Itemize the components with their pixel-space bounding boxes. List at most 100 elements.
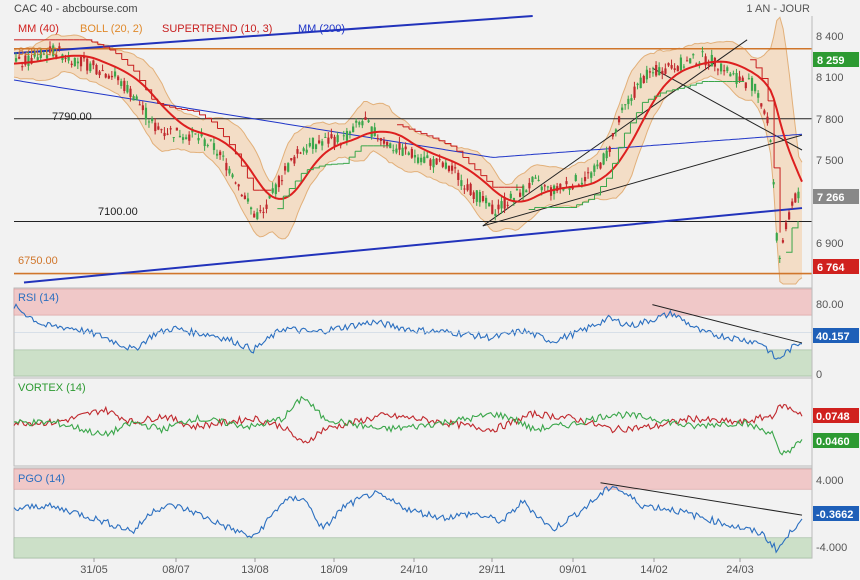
candle-body-85 [277, 176, 281, 188]
candle-body-49 [166, 133, 169, 135]
candle-body-61 [203, 139, 206, 147]
candle-body-218 [689, 58, 692, 64]
candle-body-229 [723, 70, 726, 72]
tag-8259: 8 259 [817, 55, 845, 67]
candle-body-109 [352, 126, 355, 133]
candle-body-112 [361, 121, 364, 126]
candle-body-213 [673, 68, 676, 71]
candle-body-31 [110, 75, 114, 78]
candle-body-93 [302, 148, 305, 152]
x-tick-2403: 24/03 [726, 564, 754, 576]
pgo-tick-minus4: -4.000 [816, 542, 847, 554]
candle-body-38 [132, 96, 135, 101]
candle-body-143 [457, 172, 460, 180]
candle-body-154 [491, 204, 494, 214]
candle-body-156 [497, 204, 500, 210]
candle-body-201 [636, 83, 639, 86]
candle-body-240 [757, 93, 760, 98]
candle-body-29 [104, 73, 107, 78]
candle-body-16 [64, 57, 67, 59]
candle-body-81 [265, 204, 268, 209]
candle-body-144 [460, 180, 463, 187]
candle-body-74 [243, 195, 247, 200]
candle-body-73 [240, 194, 243, 197]
candle-body-242 [763, 110, 766, 114]
candle-body-50 [169, 128, 172, 130]
candle-body-52 [175, 127, 178, 131]
candle-body-56 [188, 134, 191, 141]
candle-body-119 [382, 140, 386, 144]
candle-body-155 [494, 213, 497, 216]
pgo-title: PGO (14) [18, 473, 65, 485]
candle-body-181 [574, 175, 577, 182]
candle-body-205 [648, 71, 652, 73]
chart-svg: CAC 40 - abcbourse.com 1 AN - JOUR MM (4… [13, 3, 859, 576]
candle-body-54 [181, 137, 185, 140]
candle-body-71 [234, 182, 237, 184]
candle-body-20 [76, 61, 80, 64]
level-label-7790: 7790.00 [52, 111, 92, 123]
candle-body-230 [726, 67, 729, 72]
candle-body-99 [321, 141, 324, 146]
candle-body-84 [274, 184, 277, 195]
candle-body-55 [185, 137, 188, 140]
candle-body-160 [509, 193, 512, 199]
candle-body-188 [596, 164, 599, 167]
period-label: 1 AN - JOUR [746, 3, 810, 15]
rsi-tick-0: 0 [816, 369, 822, 381]
x-tick-1402: 14/02 [640, 564, 668, 576]
candle-body-251 [791, 201, 794, 206]
candle-body-98 [318, 140, 321, 144]
candle-body-195 [617, 116, 621, 123]
candle-body-104 [336, 135, 339, 143]
price-tick-7500: 7 500 [816, 155, 844, 167]
candle-body-77 [253, 213, 256, 218]
level-label-8260: 8260.00 [18, 46, 58, 58]
candle-body-196 [621, 107, 624, 111]
candle-body-19 [73, 57, 76, 67]
candle-body-126 [404, 146, 407, 150]
candle-body-21 [79, 56, 83, 67]
candle-body-187 [593, 165, 596, 172]
rsi-zone-low [13, 349, 813, 377]
candle-body-191 [605, 150, 608, 159]
candle-body-222 [701, 51, 704, 53]
candle-body-62 [206, 145, 209, 147]
legend-supertrend: SUPERTREND (10, 3) [162, 23, 272, 35]
candle-body-122 [392, 150, 395, 152]
candle-body-41 [141, 105, 144, 111]
candle-body-208 [658, 67, 661, 76]
candle-body-67 [222, 155, 225, 157]
level-label-6750: 6750.00 [18, 255, 58, 267]
candle-body-149 [475, 190, 478, 202]
x-tick-1809: 18/09 [320, 564, 348, 576]
candle-body-108 [348, 131, 352, 134]
candle-body-66 [219, 151, 222, 156]
candle-body-186 [590, 172, 593, 178]
price-tick-8400: 8 400 [816, 31, 844, 43]
candle-body-190 [602, 153, 605, 165]
candle-body-65 [215, 153, 219, 156]
candle-body-51 [172, 137, 175, 139]
candle-body-231 [729, 73, 732, 77]
candle-body-197 [624, 104, 627, 106]
pgo-zone-high [13, 468, 813, 490]
candle-body-211 [667, 63, 670, 66]
candle-body-24 [89, 63, 92, 72]
candle-body-103 [333, 136, 336, 147]
rsi-last-value: 40.157 [816, 331, 850, 343]
candle-body-133 [426, 155, 429, 159]
candle-body-43 [147, 121, 151, 123]
candle-body-166 [528, 182, 531, 189]
candle-body-37 [129, 88, 132, 98]
candle-body-53 [178, 135, 182, 138]
x-tick-0901: 09/01 [559, 564, 587, 576]
candle-body-185 [587, 172, 590, 174]
candle-body-227 [716, 69, 720, 71]
candle-body-96 [311, 137, 315, 149]
candle-body-70 [231, 174, 234, 178]
candle-body-145 [463, 188, 466, 190]
candle-body-163 [519, 192, 522, 197]
candle-body-157 [500, 201, 503, 209]
candle-body-233 [735, 72, 738, 84]
